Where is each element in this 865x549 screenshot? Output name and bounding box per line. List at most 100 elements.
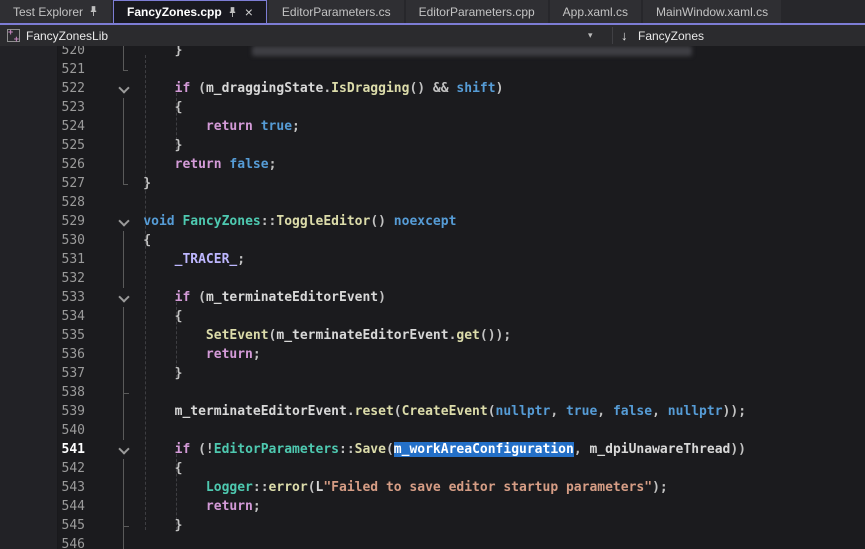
line-number: 530 [0,231,91,250]
code-line-546[interactable]: 546 [0,535,865,549]
fold-guide [116,60,132,79]
tab-mainwindow-xaml-cs[interactable]: MainWindow.xaml.cs [643,0,781,23]
pin-icon[interactable] [89,6,98,17]
code-line-542[interactable]: 542 { [0,459,865,478]
code-line-537[interactable]: 537 } [0,364,865,383]
code-text: return false; [112,155,276,174]
code-text: if (m_draggingState.IsDragging() && shif… [112,79,503,98]
line-number: 520 [0,46,91,60]
selected-text: m_workAreaConfiguration [394,442,574,457]
code-text: } [112,174,151,193]
tab-label: App.xaml.cs [563,5,628,19]
line-number: 536 [0,345,91,364]
code-editor[interactable]: 520 }521522 if (m_draggingState.IsDraggi… [0,46,865,549]
code-line-536[interactable]: 536 return; [0,345,865,364]
line-number: 521 [0,60,91,79]
code-text: void FancyZones::ToggleEditor() noexcept [112,212,456,231]
tab-label: EditorParameters.cpp [419,5,535,19]
pin-icon [228,7,237,18]
code-line-528[interactable]: 528 [0,193,865,212]
code-line-545[interactable]: 545 } [0,516,865,535]
code-text: { [112,98,182,117]
line-number: 538 [0,383,91,402]
code-text: return; [112,345,261,364]
code-line-539[interactable]: 539 m_terminateEditorEvent.reset(CreateE… [0,402,865,421]
down-arrow-icon: ↓ [621,28,628,43]
code-text: { [112,459,182,478]
code-line-526[interactable]: 526 return false; [0,155,865,174]
line-number: 545 [0,516,91,535]
code-line-523[interactable]: 523 { [0,98,865,117]
close-icon[interactable]: × [245,5,253,19]
code-text: if (!EditorParameters::Save(m_workAreaCo… [112,440,746,459]
code-text: m_terminateEditorEvent.reset(CreateEvent… [112,402,746,421]
code-line-532[interactable]: 532 [0,269,865,288]
tab-label: Test Explorer [13,5,83,19]
tab-editorparameters-cpp[interactable]: EditorParameters.cpp [406,0,548,23]
code-line-540[interactable]: 540 [0,421,865,440]
project-scope-dropdown[interactable]: FancyZonesLib [26,29,108,43]
navigation-bar: FancyZonesLib ▾ ↓ FancyZones [0,25,865,47]
tab-test-explorer[interactable]: Test Explorer [0,0,111,23]
code-text: Logger::error(L"Failed to save editor st… [112,478,668,497]
code-text: } [112,136,182,155]
code-line-522[interactable]: 522 if (m_draggingState.IsDragging() && … [0,79,865,98]
line-number: 527 [0,174,91,193]
line-number: 544 [0,497,91,516]
cpp-project-icon [7,29,20,42]
code-line-531[interactable]: 531 _TRACER_; [0,250,865,269]
tab-fancyzones-cpp[interactable]: FancyZones.cpp × [113,0,267,23]
code-text: SetEvent(m_terminateEditorEvent.get()); [112,326,511,345]
pin-icon [89,6,98,17]
line-number: 525 [0,136,91,155]
code-line-529[interactable]: 529 void FancyZones::ToggleEditor() noex… [0,212,865,231]
code-line-530[interactable]: 530 { [0,231,865,250]
code-line-535[interactable]: 535 SetEvent(m_terminateEditorEvent.get(… [0,326,865,345]
line-number: 534 [0,307,91,326]
line-number: 533 [0,288,91,307]
code-line-520[interactable]: 520 } [0,46,865,60]
line-number: 546 [0,535,91,549]
code-text: } [112,516,182,535]
code-text: return; [112,497,261,516]
code-text: { [112,307,182,326]
tab-label: FancyZones.cpp [127,5,222,19]
line-number: 526 [0,155,91,174]
fold-guide [116,421,132,440]
tab-app-xaml-cs[interactable]: App.xaml.cs [550,0,641,23]
code-text: { [112,231,151,250]
fold-guide [116,269,132,288]
document-tab-bar: Test Explorer FancyZones.cpp × EditorParame… [0,0,865,23]
line-number: 529 [0,212,91,231]
pin-icon[interactable] [228,7,237,18]
line-number: 523 [0,98,91,117]
line-number: 531 [0,250,91,269]
fold-guide [116,535,132,549]
navbar-separator [612,27,613,44]
tab-label: EditorParameters.cs [282,5,391,19]
chevron-down-icon[interactable]: ▾ [588,30,593,41]
code-line-525[interactable]: 525 } [0,136,865,155]
tab-editorparameters-cs[interactable]: EditorParameters.cs [269,0,404,23]
code-line-541[interactable]: 541 if (!EditorParameters::Save(m_workAr… [0,440,865,459]
symbol-dropdown[interactable]: FancyZones [638,29,704,43]
line-number: 541 [0,440,91,459]
visual-studio-editor-window: { "tabs": [ {"label": "Test Explorer", "… [0,0,865,549]
code-text: _TRACER_; [112,250,245,269]
code-line-527[interactable]: 527 } [0,174,865,193]
blurred-text [252,46,692,56]
code-line-544[interactable]: 544 return; [0,497,865,516]
code-line-524[interactable]: 524 return true; [0,117,865,136]
code-line-543[interactable]: 543 Logger::error(L"Failed to save edito… [0,478,865,497]
line-number: 522 [0,79,91,98]
code-text: return true; [112,117,300,136]
code-line-534[interactable]: 534 { [0,307,865,326]
fold-guide [116,383,132,402]
code-line-521[interactable]: 521 [0,60,865,79]
code-line-533[interactable]: 533 if (m_terminateEditorEvent) [0,288,865,307]
line-number: 539 [0,402,91,421]
code-line-538[interactable]: 538 [0,383,865,402]
line-number: 537 [0,364,91,383]
line-number: 535 [0,326,91,345]
code-lines: 520 }521522 if (m_draggingState.IsDraggi… [0,46,865,549]
